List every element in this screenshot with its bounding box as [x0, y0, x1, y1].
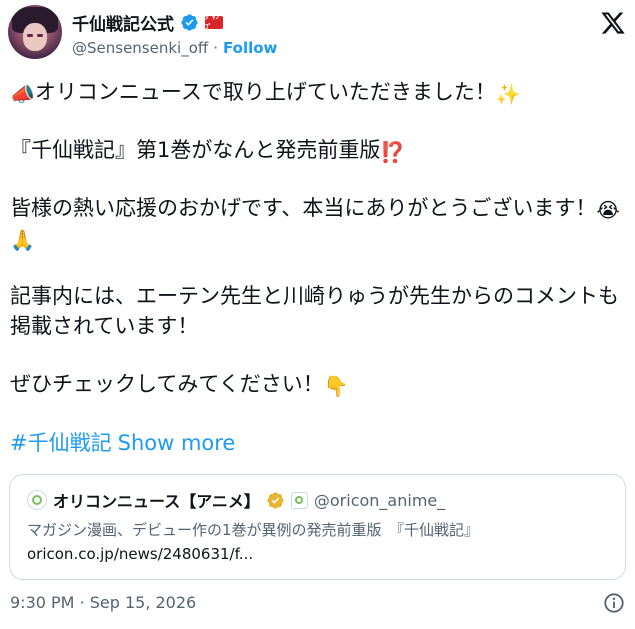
follow-button[interactable]: Follow: [223, 39, 277, 57]
author-display-name[interactable]: 千仙戦記公式: [72, 10, 174, 35]
gold-verified-icon: [267, 491, 284, 509]
folded-hands-icon: 🙏: [10, 228, 35, 252]
verified-badge-icon: [181, 13, 198, 31]
info-icon[interactable]: [603, 592, 625, 614]
quoted-post[interactable]: オリコンニュース【アニメ】 @oricon_anime_ マガジン漫画、デビュー…: [9, 474, 626, 580]
quoted-avatar[interactable]: [27, 490, 47, 510]
pointing-down-icon: 👇: [323, 374, 349, 398]
post-line: 皆様の熱い応援のおかげです、本当にありがとうございます！: [10, 196, 597, 220]
megaphone-icon: 📣: [10, 82, 35, 106]
x-logo-icon[interactable]: [600, 10, 626, 36]
quoted-post-header: オリコンニュース【アニメ】 @oricon_anime_: [27, 489, 445, 511]
affiliate-logo-icon[interactable]: [290, 491, 308, 509]
hashtag-link[interactable]: #千仙戦記: [10, 431, 112, 455]
avatar[interactable]: [8, 5, 62, 59]
author-handle-row: @Sensensenki_off · Follow: [72, 39, 277, 57]
hashtag-row: #千仙戦記 Show more: [10, 428, 235, 458]
post-line: オリコンニュースで取り上げていただきました！: [34, 80, 496, 104]
exclamation-question-icon: ⁉️: [380, 140, 406, 164]
post-paragraph: 記事内には、エーテン先生と川崎りゅうが先生からのコメントも掲載されています！: [10, 281, 625, 341]
separator-dot: ·: [213, 39, 219, 57]
quoted-post-link[interactable]: oricon.co.jp/news/2480631/f...: [27, 545, 253, 563]
post-line: 『千仙戦記』第1巻がなんと発売前重版: [10, 138, 381, 162]
quoted-handle[interactable]: @oricon_anime_: [314, 491, 445, 510]
post-line: ぜひチェックしてみてください！: [10, 372, 324, 396]
post-paragraph: 皆様の熱い応援のおかげです、本当にありがとうございます！😭 🙏: [10, 193, 625, 253]
author-handle[interactable]: @Sensensenki_off: [72, 39, 208, 57]
post-paragraph: 📣オリコンニュースで取り上げていただきました！✨: [10, 77, 625, 107]
post-card: 千仙戦記公式 ｼﾞｬﾝﾌﾟ @Sensensenki_off · Follow …: [0, 0, 635, 629]
post-line: 記事内には、エーテン先生と川崎りゅうが先生からのコメントも掲載されています！: [10, 284, 619, 338]
sparkles-icon: ✨: [495, 82, 521, 106]
post-paragraph: ぜひチェックしてみてください！👇: [10, 369, 625, 399]
post-timestamp[interactable]: 9:30 PM · Sep 15, 2026: [10, 593, 196, 612]
quoted-display-name[interactable]: オリコンニュース【アニメ】: [53, 488, 260, 512]
post-paragraph: 『千仙戦記』第1巻がなんと発売前重版⁉️: [10, 135, 625, 165]
author-name-row: 千仙戦記公式 ｼﾞｬﾝﾌﾟ: [72, 10, 223, 35]
post-text: 📣オリコンニュースで取り上げていただきました！✨ 『千仙戦記』第1巻がなんと発売…: [10, 77, 625, 399]
crying-face-icon: 😭: [596, 198, 620, 222]
quoted-post-text: マガジン漫画、デビュー作の1巻が異例の発売前重版 『千仙戦記』: [27, 521, 480, 539]
show-more-link[interactable]: Show more: [118, 431, 236, 455]
affiliate-badge-icon[interactable]: ｼﾞｬﾝﾌﾟ: [205, 13, 223, 31]
